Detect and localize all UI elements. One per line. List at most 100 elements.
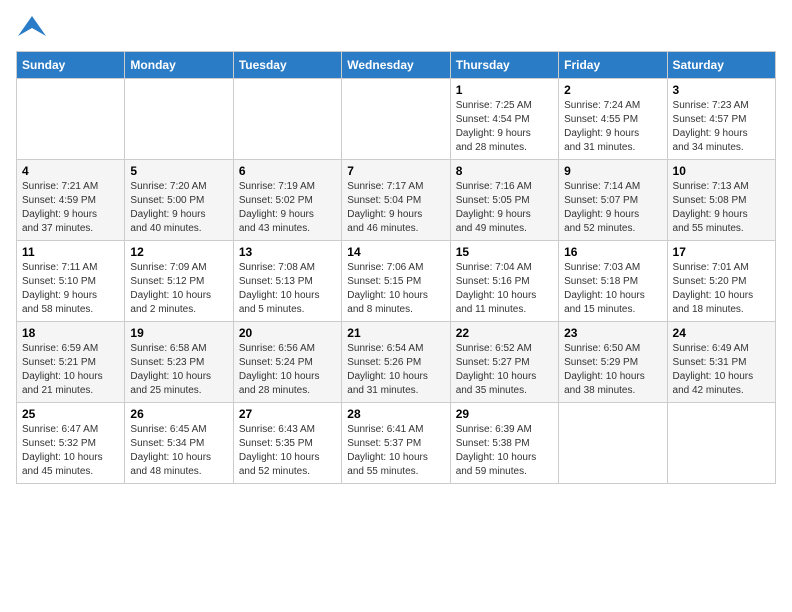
day-number: 17 (673, 245, 770, 259)
header-thursday: Thursday (450, 52, 558, 79)
day-number: 25 (22, 407, 119, 421)
day-info: Sunrise: 7:16 AMSunset: 5:05 PMDaylight:… (456, 180, 553, 236)
calendar-table: SundayMondayTuesdayWednesdayThursdayFrid… (16, 51, 776, 484)
day-info: Sunrise: 6:47 AMSunset: 5:32 PMDaylight:… (22, 423, 119, 479)
header-wednesday: Wednesday (342, 52, 450, 79)
logo (16, 16, 48, 41)
day-info: Sunrise: 6:56 AMSunset: 5:24 PMDaylight:… (239, 342, 336, 398)
calendar-cell: 29 Sunrise: 6:39 AMSunset: 5:38 PMDayligh… (450, 403, 558, 484)
day-number: 5 (130, 164, 227, 178)
week-row-3: 11 Sunrise: 7:11 AMSunset: 5:10 PMDayligh… (17, 241, 776, 322)
calendar-cell (559, 403, 667, 484)
day-info: Sunrise: 7:21 AMSunset: 4:59 PMDaylight:… (22, 180, 119, 236)
day-info: Sunrise: 7:04 AMSunset: 5:16 PMDaylight:… (456, 261, 553, 317)
day-number: 13 (239, 245, 336, 259)
day-number: 14 (347, 245, 444, 259)
week-row-5: 25 Sunrise: 6:47 AMSunset: 5:32 PMDayligh… (17, 403, 776, 484)
calendar-cell: 25 Sunrise: 6:47 AMSunset: 5:32 PMDayligh… (17, 403, 125, 484)
calendar-cell: 11 Sunrise: 7:11 AMSunset: 5:10 PMDayligh… (17, 241, 125, 322)
calendar-cell: 9 Sunrise: 7:14 AMSunset: 5:07 PMDaylight… (559, 160, 667, 241)
day-info: Sunrise: 7:14 AMSunset: 5:07 PMDaylight:… (564, 180, 661, 236)
calendar-cell: 23 Sunrise: 6:50 AMSunset: 5:29 PMDayligh… (559, 322, 667, 403)
day-number: 9 (564, 164, 661, 178)
header-saturday: Saturday (667, 52, 775, 79)
day-number: 6 (239, 164, 336, 178)
day-info: Sunrise: 6:59 AMSunset: 5:21 PMDaylight:… (22, 342, 119, 398)
calendar-cell: 19 Sunrise: 6:58 AMSunset: 5:23 PMDayligh… (125, 322, 233, 403)
calendar-cell: 28 Sunrise: 6:41 AMSunset: 5:37 PMDayligh… (342, 403, 450, 484)
day-number: 20 (239, 326, 336, 340)
day-info: Sunrise: 6:58 AMSunset: 5:23 PMDaylight:… (130, 342, 227, 398)
day-number: 4 (22, 164, 119, 178)
day-info: Sunrise: 6:52 AMSunset: 5:27 PMDaylight:… (456, 342, 553, 398)
calendar-cell: 22 Sunrise: 6:52 AMSunset: 5:27 PMDayligh… (450, 322, 558, 403)
calendar-cell: 21 Sunrise: 6:54 AMSunset: 5:26 PMDayligh… (342, 322, 450, 403)
day-info: Sunrise: 7:09 AMSunset: 5:12 PMDaylight:… (130, 261, 227, 317)
day-info: Sunrise: 7:17 AMSunset: 5:04 PMDaylight:… (347, 180, 444, 236)
day-info: Sunrise: 6:41 AMSunset: 5:37 PMDaylight:… (347, 423, 444, 479)
week-row-2: 4 Sunrise: 7:21 AMSunset: 4:59 PMDaylight… (17, 160, 776, 241)
header (16, 16, 776, 41)
calendar-cell (17, 79, 125, 160)
day-number: 29 (456, 407, 553, 421)
day-info: Sunrise: 6:39 AMSunset: 5:38 PMDaylight:… (456, 423, 553, 479)
day-info: Sunrise: 7:25 AMSunset: 4:54 PMDaylight:… (456, 99, 553, 155)
logo-bird-icon (18, 16, 46, 36)
day-number: 7 (347, 164, 444, 178)
day-info: Sunrise: 7:13 AMSunset: 5:08 PMDaylight:… (673, 180, 770, 236)
calendar-cell: 27 Sunrise: 6:43 AMSunset: 5:35 PMDayligh… (233, 403, 341, 484)
calendar-cell: 18 Sunrise: 6:59 AMSunset: 5:21 PMDayligh… (17, 322, 125, 403)
day-info: Sunrise: 7:08 AMSunset: 5:13 PMDaylight:… (239, 261, 336, 317)
calendar-cell: 1 Sunrise: 7:25 AMSunset: 4:54 PMDaylight… (450, 79, 558, 160)
day-info: Sunrise: 6:50 AMSunset: 5:29 PMDaylight:… (564, 342, 661, 398)
day-number: 16 (564, 245, 661, 259)
header-friday: Friday (559, 52, 667, 79)
day-number: 3 (673, 83, 770, 97)
day-number: 23 (564, 326, 661, 340)
day-info: Sunrise: 7:23 AMSunset: 4:57 PMDaylight:… (673, 99, 770, 155)
day-number: 15 (456, 245, 553, 259)
calendar-cell: 7 Sunrise: 7:17 AMSunset: 5:04 PMDaylight… (342, 160, 450, 241)
day-info: Sunrise: 6:45 AMSunset: 5:34 PMDaylight:… (130, 423, 227, 479)
calendar-cell: 15 Sunrise: 7:04 AMSunset: 5:16 PMDayligh… (450, 241, 558, 322)
day-number: 19 (130, 326, 227, 340)
week-row-1: 1 Sunrise: 7:25 AMSunset: 4:54 PMDaylight… (17, 79, 776, 160)
calendar-cell: 14 Sunrise: 7:06 AMSunset: 5:15 PMDayligh… (342, 241, 450, 322)
day-number: 28 (347, 407, 444, 421)
day-number: 18 (22, 326, 119, 340)
day-info: Sunrise: 7:03 AMSunset: 5:18 PMDaylight:… (564, 261, 661, 317)
calendar-cell (342, 79, 450, 160)
day-number: 2 (564, 83, 661, 97)
calendar-cell: 10 Sunrise: 7:13 AMSunset: 5:08 PMDayligh… (667, 160, 775, 241)
day-info: Sunrise: 7:06 AMSunset: 5:15 PMDaylight:… (347, 261, 444, 317)
calendar-cell (667, 403, 775, 484)
calendar-cell: 4 Sunrise: 7:21 AMSunset: 4:59 PMDaylight… (17, 160, 125, 241)
calendar-cell: 12 Sunrise: 7:09 AMSunset: 5:12 PMDayligh… (125, 241, 233, 322)
day-info: Sunrise: 6:43 AMSunset: 5:35 PMDaylight:… (239, 423, 336, 479)
day-number: 22 (456, 326, 553, 340)
day-number: 21 (347, 326, 444, 340)
day-info: Sunrise: 7:19 AMSunset: 5:02 PMDaylight:… (239, 180, 336, 236)
day-number: 11 (22, 245, 119, 259)
day-info: Sunrise: 6:54 AMSunset: 5:26 PMDaylight:… (347, 342, 444, 398)
day-number: 26 (130, 407, 227, 421)
calendar-cell: 24Sunrise: 6:49 AMSunset: 5:31 PMDayligh… (667, 322, 775, 403)
calendar-cell: 2Sunrise: 7:24 AMSunset: 4:55 PMDaylight… (559, 79, 667, 160)
calendar-header-row: SundayMondayTuesdayWednesdayThursdayFrid… (17, 52, 776, 79)
calendar-cell (125, 79, 233, 160)
day-number: 1 (456, 83, 553, 97)
day-info: Sunrise: 7:11 AMSunset: 5:10 PMDaylight:… (22, 261, 119, 317)
day-number: 27 (239, 407, 336, 421)
day-number: 10 (673, 164, 770, 178)
day-info: Sunrise: 7:20 AMSunset: 5:00 PMDaylight:… (130, 180, 227, 236)
calendar-cell: 3 Sunrise: 7:23 AMSunset: 4:57 PMDaylight… (667, 79, 775, 160)
header-monday: Monday (125, 52, 233, 79)
day-number: 12 (130, 245, 227, 259)
calendar-cell: 6 Sunrise: 7:19 AMSunset: 5:02 PMDaylight… (233, 160, 341, 241)
calendar-cell: 26 Sunrise: 6:45 AMSunset: 5:34 PMDayligh… (125, 403, 233, 484)
week-row-4: 18 Sunrise: 6:59 AMSunset: 5:21 PMDayligh… (17, 322, 776, 403)
header-tuesday: Tuesday (233, 52, 341, 79)
day-info: Sunrise: 6:49 AMSunset: 5:31 PMDaylight:… (673, 342, 770, 398)
header-sunday: Sunday (17, 52, 125, 79)
calendar-cell: 16 Sunrise: 7:03 AMSunset: 5:18 PMDayligh… (559, 241, 667, 322)
